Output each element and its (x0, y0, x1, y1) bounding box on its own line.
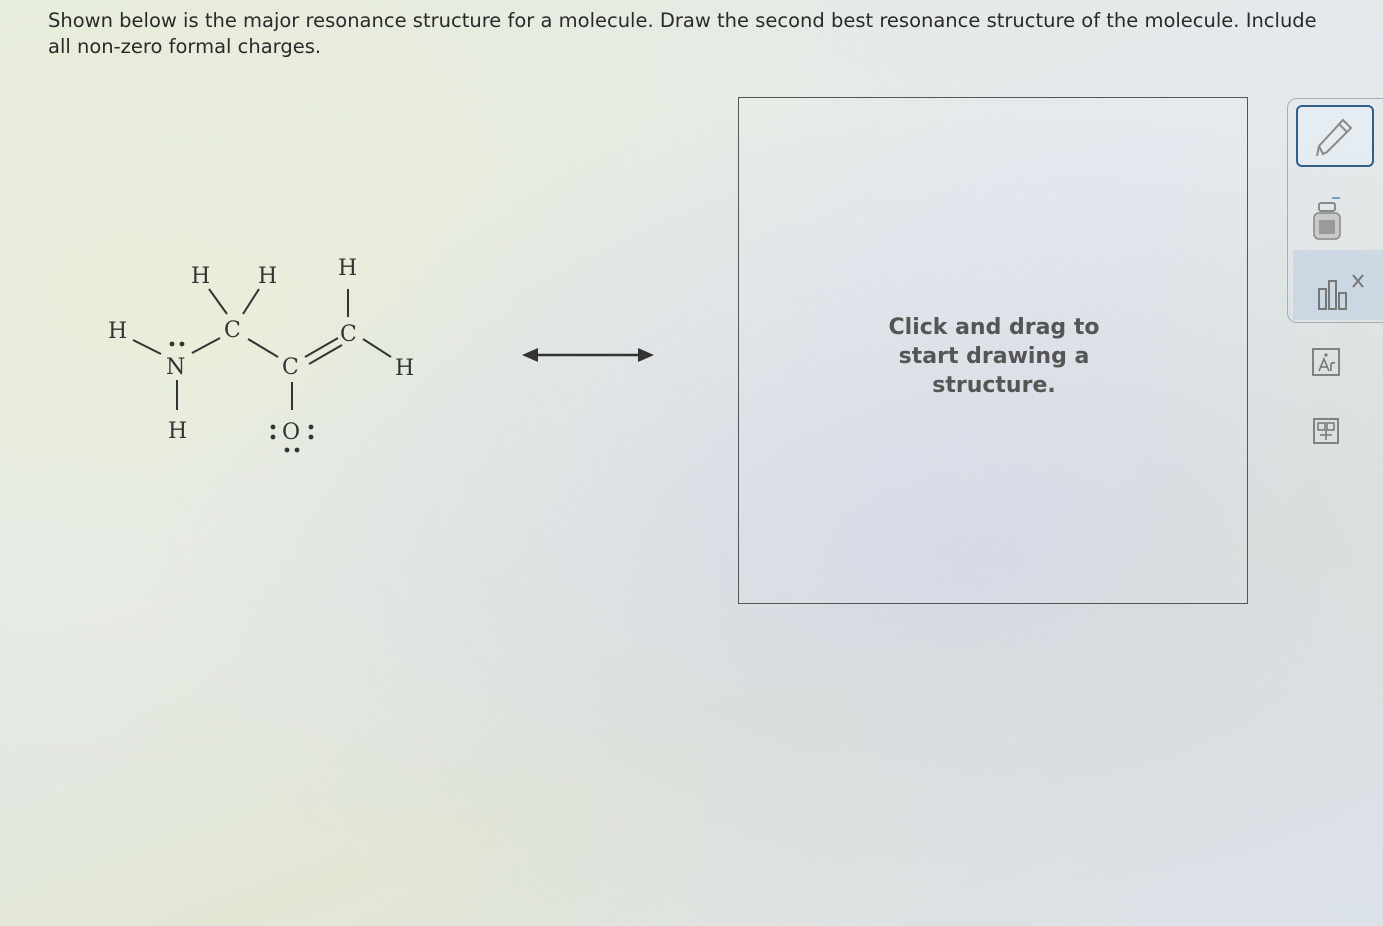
atom-label-tool-button[interactable] (1307, 343, 1345, 381)
atom-h-n-bottom: H (168, 419, 187, 444)
drawing-canvas[interactable]: Click and drag to start drawing a struct… (738, 97, 1248, 604)
templates-tool-button[interactable] (1307, 412, 1345, 450)
o-lone-pair-left (270, 424, 276, 440)
canvas-hint: Click and drag to start drawing a struct… (888, 315, 1100, 398)
bond-c3-h-right (362, 338, 392, 358)
eraser-icon (1313, 197, 1341, 240)
pencil-icon (1316, 118, 1353, 157)
atom-h-c1-right: H (258, 264, 277, 289)
pencil-tool-button[interactable] (1296, 105, 1374, 167)
bond-n-c1 (191, 337, 221, 354)
bond-c1-c2 (247, 338, 279, 358)
atom-c2: C (282, 355, 299, 380)
atom-o: O (282, 420, 300, 445)
resonance-arrow-icon (522, 348, 654, 362)
bond-c2-c3-a (304, 337, 339, 358)
templates-icon (1313, 418, 1339, 444)
formal-charge-tool-button[interactable] (1293, 250, 1383, 320)
atom-c1: C (224, 318, 241, 343)
eraser-tool-button[interactable] (1305, 190, 1349, 246)
bond-c2-c3-b (308, 344, 343, 365)
o-lone-pair-bottom (284, 447, 300, 453)
atom-h-n-left: H (108, 319, 127, 344)
bond-c1-h-right (242, 288, 260, 315)
bond-h-n (132, 339, 162, 355)
formal-charge-icon (1318, 274, 1364, 310)
atom-h-c3-right: H (395, 356, 414, 381)
atom-c3: C (340, 322, 357, 347)
o-lone-pair-right (308, 424, 314, 440)
atom-h-c1-left: H (191, 264, 210, 289)
atom-h-c3-top: H (338, 256, 357, 281)
question-text: Shown below is the major resonance struc… (48, 9, 1317, 58)
bond-c1-h-left (208, 288, 228, 315)
atom-label-icon (1312, 348, 1340, 376)
given-molecule-structure: H N H H H C C O C H H (108, 256, 414, 453)
n-lone-pair (169, 341, 185, 347)
atom-n: N (166, 355, 185, 380)
